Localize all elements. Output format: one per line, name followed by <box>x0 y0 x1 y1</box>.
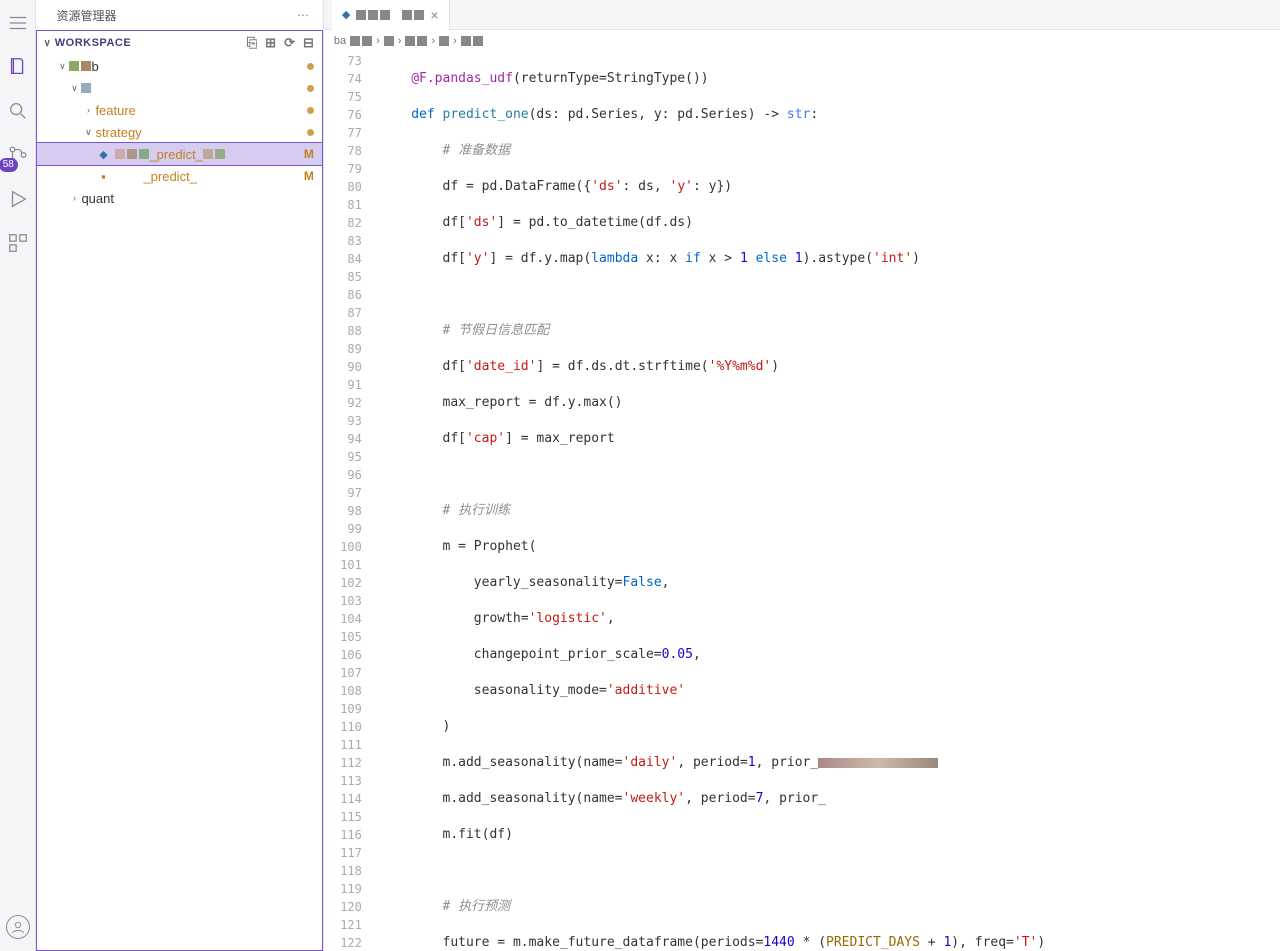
run-debug-icon[interactable] <box>5 186 31 212</box>
scm-badge: 58 <box>0 158 18 172</box>
git-status: M <box>304 169 314 183</box>
python-file-icon: ◆ <box>342 8 350 21</box>
chevron-down-icon: ∨ <box>55 61 69 72</box>
tree-folder-root[interactable]: ∨ b <box>37 55 321 77</box>
sidebar-more-icon[interactable]: ⋯ <box>297 8 311 22</box>
breadcrumb[interactable]: ba › › › › <box>324 30 1280 52</box>
tree-folder[interactable]: ∨ <box>37 77 321 99</box>
file-icon: ▪ <box>95 169 111 184</box>
sidebar-title: 资源管理器 <box>56 7 296 24</box>
tab-bar: ◆ × <box>324 0 1280 30</box>
file-name: _predict_ <box>143 169 196 184</box>
crumb-item: ba <box>334 35 346 47</box>
search-icon[interactable] <box>5 98 31 124</box>
folder-name: b <box>91 59 302 74</box>
tree-folder-strategy[interactable]: ∨ strategy <box>37 121 321 143</box>
close-icon[interactable]: × <box>430 7 438 23</box>
modified-dot-icon <box>307 129 314 136</box>
workspace-section-header[interactable]: ∨ WORKSPACE ⎘ ⊞ ⟳ ⊟ <box>37 31 321 55</box>
chevron-right-icon: › <box>67 193 81 203</box>
account-icon[interactable] <box>6 915 30 939</box>
code-area[interactable]: 7374757677787980818283848586878889909192… <box>324 52 1280 951</box>
folder-name: quant <box>81 191 313 206</box>
chevron-down-icon: ∨ <box>81 127 95 138</box>
menu-icon[interactable] <box>5 10 31 36</box>
git-status: M <box>304 147 314 161</box>
folder-name: strategy <box>95 125 302 140</box>
line-gutter: 7374757677787980818283848586878889909192… <box>324 52 380 951</box>
code-content[interactable]: @F.pandas_udf(returnType=StringType()) d… <box>380 52 1280 951</box>
extensions-icon[interactable] <box>5 230 31 256</box>
tree-folder-quant[interactable]: › quant <box>37 187 321 209</box>
source-control-icon[interactable]: 58 <box>5 142 31 168</box>
chevron-down-icon: ∨ <box>67 83 81 94</box>
editor-tab[interactable]: ◆ × <box>332 0 450 30</box>
sidebar: 资源管理器 ⋯ ∨ WORKSPACE ⎘ ⊞ ⟳ ⊟ ∨ b ∨ <box>36 0 323 951</box>
explorer-icon[interactable] <box>5 54 31 80</box>
new-folder-icon[interactable]: ⊞ <box>265 35 276 51</box>
refresh-icon[interactable]: ⟳ <box>284 35 295 51</box>
tree-file[interactable]: ◆ _predict_ M <box>37 143 321 165</box>
folder-name: feature <box>95 103 302 118</box>
python-file-icon: ◆ <box>95 148 111 161</box>
new-file-icon[interactable]: ⎘ <box>247 35 257 51</box>
file-name: _predict_ <box>149 147 202 162</box>
activity-bar: 58 <box>0 0 36 951</box>
modified-dot-icon <box>307 107 314 114</box>
editor: ◆ × ba › › › › 7374757677787980818283848… <box>324 0 1280 951</box>
tree-file[interactable]: ▪ _predict_ M <box>37 165 321 187</box>
collapse-icon[interactable]: ⊟ <box>303 35 314 51</box>
modified-dot-icon <box>307 85 314 92</box>
chevron-right-icon: › <box>81 105 95 115</box>
modified-dot-icon <box>307 63 314 70</box>
section-label: WORKSPACE <box>55 37 247 49</box>
tree-folder-feature[interactable]: › feature <box>37 99 321 121</box>
chevron-down-icon: ∨ <box>43 38 50 49</box>
